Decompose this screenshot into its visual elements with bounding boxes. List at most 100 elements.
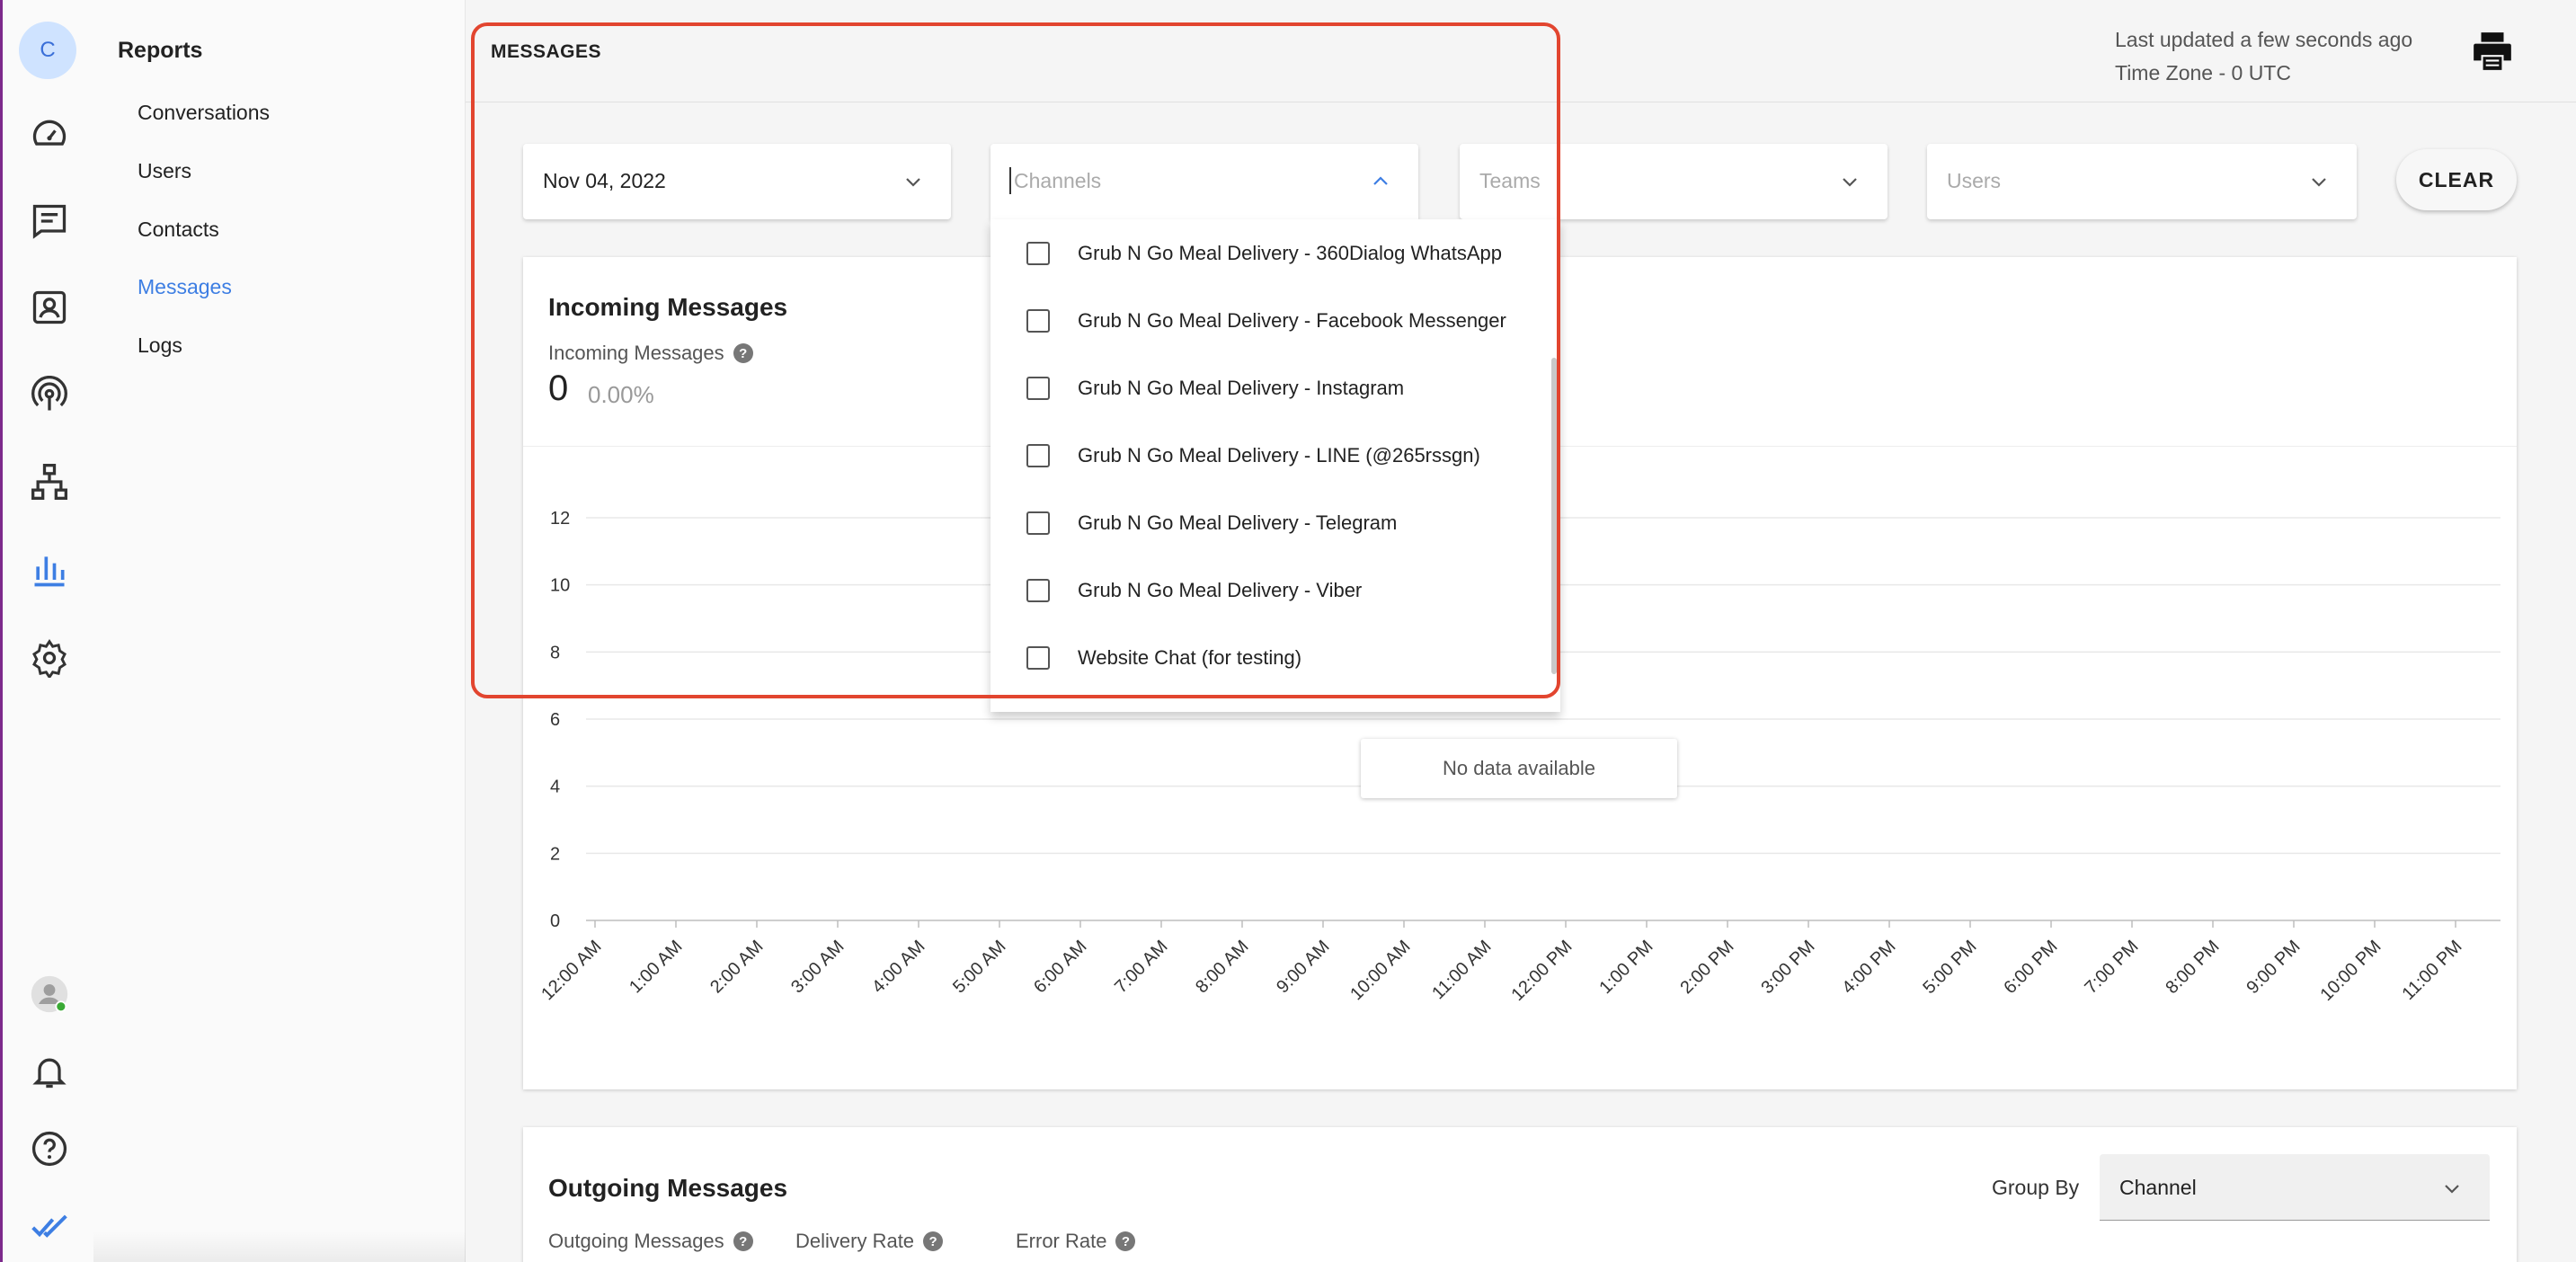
x-tick-label: 10:00 PM [2316,937,2385,1005]
text-caret [1009,167,1011,194]
error-rate-metric: Error Rate ? [1016,1230,1136,1253]
y-tick-label: 6 [550,710,560,730]
teams-placeholder: Teams [1479,169,1541,192]
x-tick-label: 1:00 PM [1595,937,1657,998]
help-icon[interactable]: ? [1115,1231,1136,1251]
chevron-up-icon [1373,176,1388,185]
channel-option[interactable]: Grub N Go Meal Delivery - Viber [990,556,1548,624]
outgoing-messages-card: Outgoing Messages Group By Channel Outgo… [523,1127,2517,1262]
user-status-icon[interactable] [30,974,69,1014]
checkbox[interactable] [1026,241,1050,265]
x-tick-label: 8:00 AM [1192,937,1252,997]
outgoing-metric-label: Outgoing Messages [548,1230,724,1252]
x-tick-label: 11:00 AM [1428,937,1495,1003]
last-updated-info: Last updated a few seconds ago Time Zone… [2115,23,2412,90]
y-tick-label: 2 [550,844,560,864]
x-tick-label: 8:00 PM [2162,937,2223,998]
date-value: Nov 04, 2022 [543,169,666,192]
notifications-icon[interactable] [30,1052,69,1091]
chevron-down-icon [906,178,920,187]
y-tick-label: 10 [550,576,570,596]
nav-item-users[interactable]: Users [138,159,191,183]
outgoing-metric: Outgoing Messages ? [548,1230,753,1253]
channel-option-label: Grub N Go Meal Delivery - Facebook Messe… [1078,308,1506,332]
nav-item-contacts[interactable]: Contacts [138,218,219,242]
nav-item-conversations[interactable]: Conversations [138,101,270,125]
teams-select[interactable]: Teams [1460,144,1888,219]
channel-option-label: Grub N Go Meal Delivery - 360Dialog What… [1078,241,1502,264]
x-tick-label: 3:00 PM [1757,937,1818,998]
app-logo-icon[interactable] [30,1206,69,1246]
group-by-select[interactable]: Channel [2100,1154,2490,1221]
channels-menu: Grub N Go Meal Delivery - 360Dialog What… [990,219,1560,712]
reports-nav: Reports Conversations Users Contacts Mes… [93,0,466,1262]
x-tick-label: 6:00 AM [1030,937,1090,997]
x-tick-label: 5:00 AM [949,937,1009,997]
broadcast-icon[interactable] [30,376,69,415]
x-tick-label: 9:00 PM [2243,937,2304,998]
x-tick-label: 3:00 AM [787,937,848,997]
channel-option-label: Grub N Go Meal Delivery - LINE (@265rssg… [1078,443,1480,467]
channels-select[interactable]: Channels [990,144,1418,219]
channel-option-label: Grub N Go Meal Delivery - Telegram [1078,511,1398,534]
chevron-down-icon [2312,178,2326,187]
x-tick-label: 2:00 AM [706,937,767,997]
contacts-icon[interactable] [30,288,69,327]
inbox-icon[interactable] [30,201,69,241]
nav-item-logs[interactable]: Logs [138,333,182,358]
date-picker[interactable]: Nov 04, 2022 [523,144,951,219]
settings-icon[interactable] [30,638,69,678]
y-tick-label: 8 [550,643,560,662]
x-tick-label: 5:00 PM [1919,937,1980,998]
x-tick-label: 1:00 AM [626,937,686,997]
channel-option[interactable]: Grub N Go Meal Delivery - 360Dialog What… [990,219,1548,287]
account-avatar[interactable]: C [19,22,76,79]
x-tick-label: 6:00 PM [2000,937,2061,998]
no-data-tooltip: No data available [1361,739,1677,798]
dashboard-icon[interactable] [30,115,69,155]
channel-option[interactable]: Grub N Go Meal Delivery - Instagram [990,354,1548,422]
reports-nav-title: Reports [118,38,203,63]
x-tick-label: 9:00 AM [1273,937,1333,997]
checkbox[interactable] [1026,511,1050,535]
chevron-down-icon [2445,1185,2459,1194]
channel-option[interactable]: Grub N Go Meal Delivery - LINE (@265rssg… [990,422,1548,489]
y-tick-label: 12 [550,509,570,529]
channel-option[interactable]: Website Chat (for testing) [990,624,1548,691]
error-rate-label: Error Rate [1016,1230,1107,1252]
x-tick-label: 7:00 PM [2081,937,2142,998]
channel-option-label: Grub N Go Meal Delivery - Instagram [1078,376,1405,399]
checkbox[interactable] [1026,443,1050,467]
channel-option-partial[interactable] [990,691,1548,712]
group-by-value: Channel [2119,1176,2197,1199]
checkbox[interactable] [1026,308,1050,333]
checkbox[interactable] [1026,645,1050,670]
help-icon[interactable] [30,1129,69,1169]
x-tick-label: 11:00 PM [2398,937,2465,1004]
nav-item-messages[interactable]: Messages [138,275,232,299]
reports-icon[interactable] [30,550,69,590]
avatar-letter: C [40,38,56,62]
checkbox[interactable] [1026,578,1050,602]
x-tick-label: 2:00 PM [1676,937,1737,998]
workflows-icon[interactable] [30,462,69,502]
help-icon[interactable]: ? [733,1231,753,1251]
channel-option[interactable]: Grub N Go Meal Delivery - Telegram [990,489,1548,556]
users-placeholder: Users [1947,169,2002,192]
help-icon[interactable]: ? [923,1231,944,1251]
x-tick-label: 4:00 PM [1838,937,1899,998]
menu-scrollbar[interactable] [1551,358,1557,674]
users-select[interactable]: Users [1927,144,2357,219]
last-updated-text: Last updated a few seconds ago [2115,28,2413,51]
time-zone-text: Time Zone - 0 UTC [2115,61,2291,84]
nav-bottom-shadow [93,1231,466,1262]
print-icon[interactable] [2470,29,2515,74]
clear-button[interactable]: CLEAR [2396,149,2517,210]
page-title: MESSAGES [491,41,602,62]
channel-option[interactable]: Grub N Go Meal Delivery - Facebook Messe… [990,287,1548,354]
y-tick-label: 0 [550,911,560,931]
checkbox[interactable] [1026,376,1050,400]
x-tick-label: 12:00 PM [1507,937,1576,1005]
channels-placeholder: Channels [1014,169,1102,192]
x-tick-label: 10:00 AM [1346,937,1414,1004]
